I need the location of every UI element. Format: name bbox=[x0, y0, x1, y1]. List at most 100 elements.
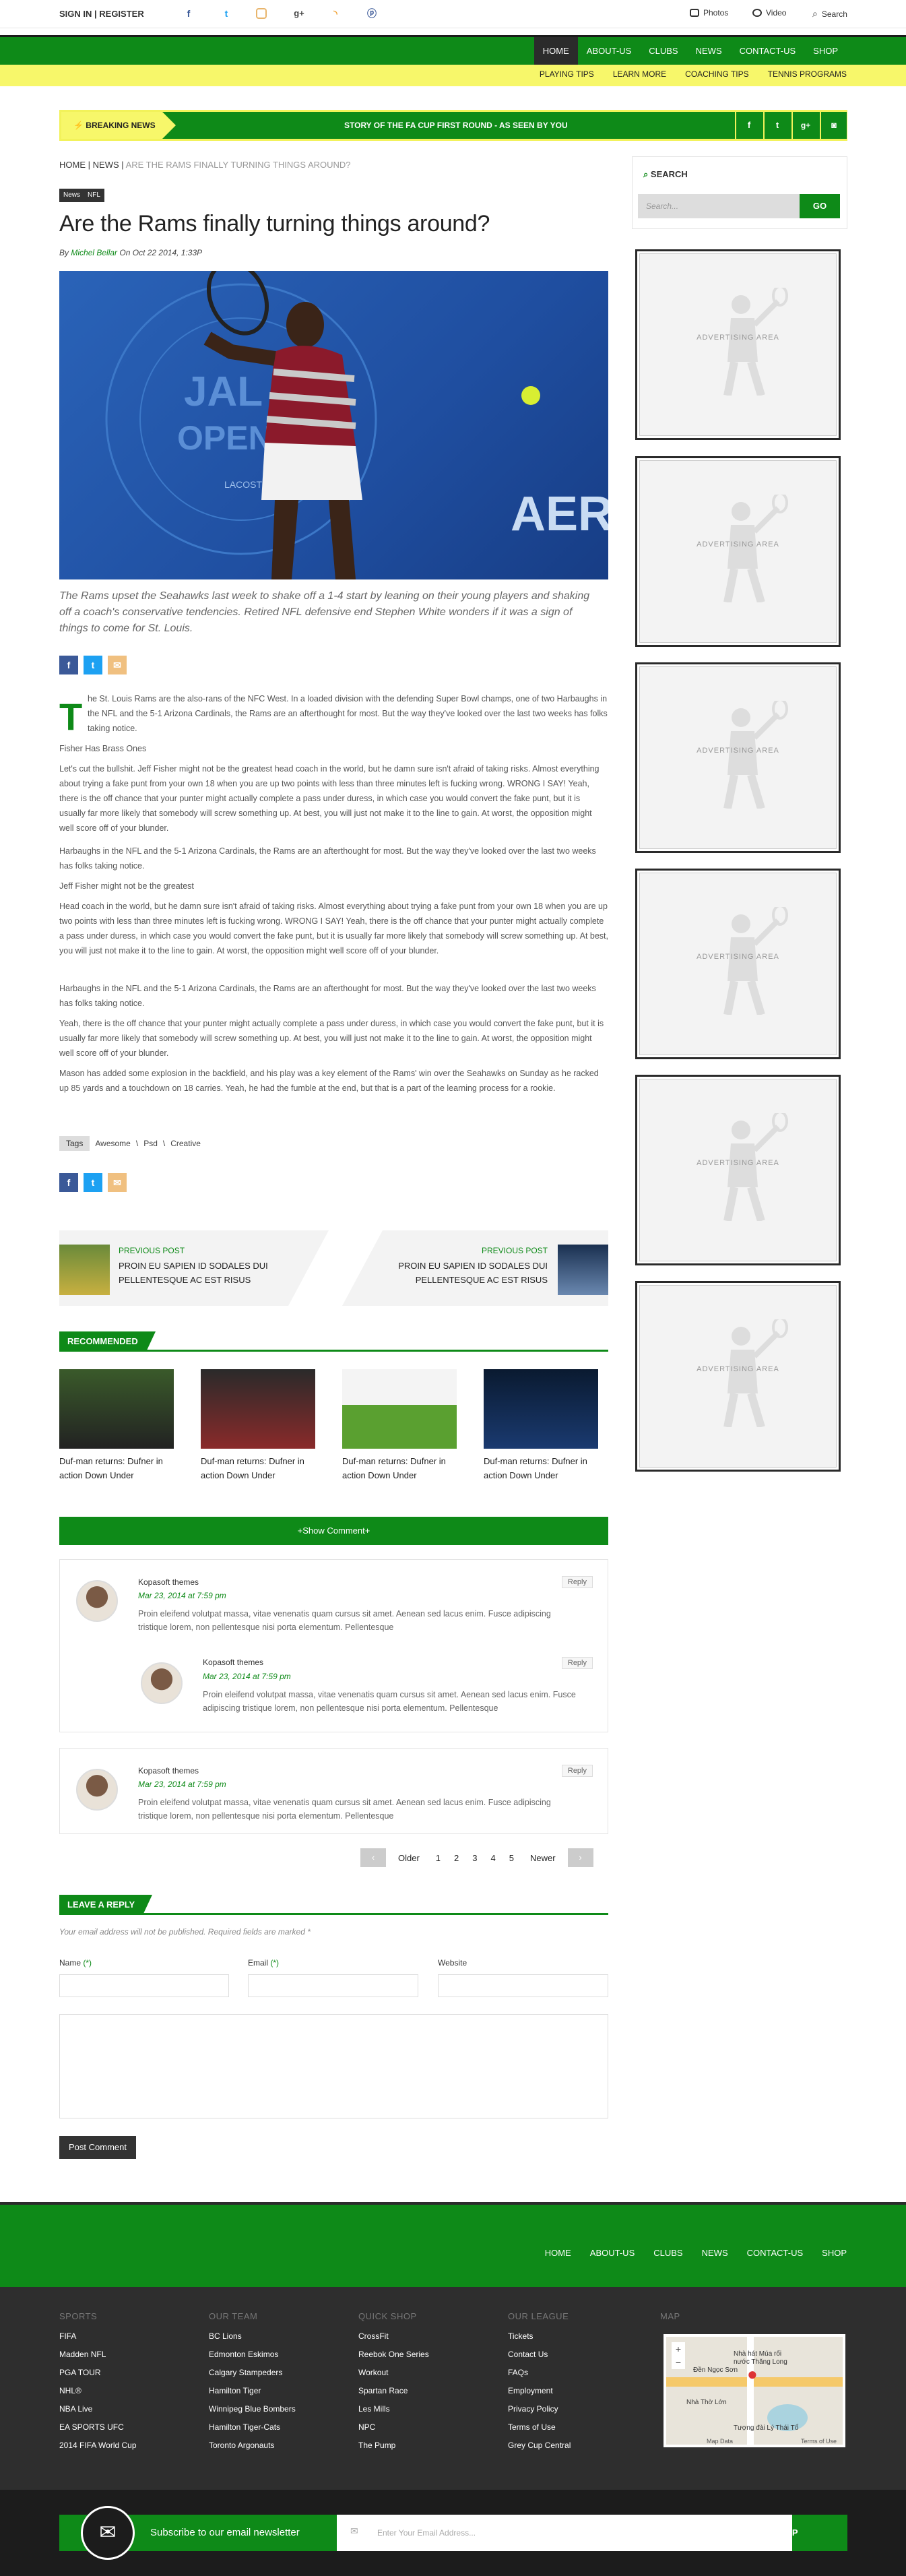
map-zoom-controls[interactable]: + − bbox=[672, 2342, 685, 2369]
advertising-area[interactable]: ADVERTISING AREA bbox=[635, 1075, 841, 1265]
next-page-icon[interactable]: › bbox=[567, 1848, 593, 1867]
footer-link[interactable]: Reebok One Series bbox=[358, 2346, 429, 2364]
recommended-image[interactable] bbox=[201, 1369, 315, 1449]
footer-link[interactable]: CrossFit bbox=[358, 2327, 389, 2346]
subnav-tennis-programs[interactable]: TENNIS PROGRAMS bbox=[768, 65, 847, 84]
post-comment-button[interactable]: Post Comment bbox=[59, 2136, 136, 2159]
nav-news[interactable]: NEWS bbox=[687, 37, 731, 65]
author-link[interactable]: Michel Bellar bbox=[71, 248, 117, 257]
footer-link[interactable]: Privacy Policy bbox=[508, 2400, 558, 2418]
footer-nav-news[interactable]: NEWS bbox=[702, 2248, 728, 2258]
recommended-card[interactable]: Duf-man returns: Dufner in action Down U… bbox=[201, 1369, 315, 1482]
show-comment-button[interactable]: +Show Comment+ bbox=[59, 1517, 608, 1545]
nav-home[interactable]: HOME bbox=[533, 37, 578, 65]
sidebar-search-input[interactable]: Search... bbox=[638, 194, 800, 218]
recommended-title[interactable]: Duf-man returns: Dufner in action Down U… bbox=[201, 1454, 315, 1482]
page-4[interactable]: 4 bbox=[491, 1853, 496, 1863]
advertising-area[interactable]: ADVERTISING AREA bbox=[635, 869, 841, 1059]
footer-link[interactable]: Edmonton Eskimos bbox=[209, 2346, 278, 2364]
share-twitter-icon[interactable]: t bbox=[84, 1173, 102, 1192]
prev-post-title[interactable]: PROIN EU SAPIEN ID SODALES DUI PELLENTES… bbox=[119, 1259, 314, 1287]
facebook-icon[interactable]: f bbox=[735, 112, 762, 139]
advertising-area[interactable]: ADVERTISING AREA bbox=[635, 662, 841, 853]
footer-link[interactable]: Spartan Race bbox=[358, 2382, 408, 2400]
photos-link[interactable]: Photos bbox=[690, 8, 728, 18]
newsletter-email-input[interactable]: Enter Your Email Address... bbox=[377, 2528, 476, 2538]
recommended-card[interactable]: Duf-man returns: Dufner in action Down U… bbox=[484, 1369, 598, 1482]
instagram-icon[interactable] bbox=[256, 8, 267, 19]
footer-link[interactable]: Tickets bbox=[508, 2327, 533, 2346]
search-link[interactable]: ⌕ Search bbox=[812, 8, 847, 20]
footer-link[interactable]: Les Mills bbox=[358, 2400, 390, 2418]
tag-awesome[interactable]: Awesome bbox=[95, 1139, 130, 1148]
reply-button[interactable]: Reply bbox=[561, 1576, 593, 1588]
comment-textarea[interactable] bbox=[59, 2014, 608, 2118]
comment-author[interactable]: Kopasoft themes bbox=[138, 1766, 199, 1776]
sign-me-up-button[interactable]: SIGN ME UP bbox=[746, 2527, 798, 2538]
footer-nav-about-us[interactable]: ABOUT-US bbox=[590, 2248, 635, 2258]
tag-news[interactable]: News bbox=[59, 189, 85, 202]
pinterest-icon[interactable]: ⓟ bbox=[365, 7, 379, 20]
prev-post-thumbnail[interactable] bbox=[59, 1245, 110, 1295]
advertising-area[interactable]: ADVERTISING AREA bbox=[635, 456, 841, 647]
footer-link[interactable]: BC Lions bbox=[209, 2327, 242, 2346]
breadcrumb-home[interactable]: HOME bbox=[59, 160, 86, 170]
footer-link[interactable]: Winnipeg Blue Bombers bbox=[209, 2400, 296, 2418]
page-2[interactable]: 2 bbox=[454, 1853, 459, 1863]
nav-contact-us[interactable]: CONTACT-US bbox=[731, 37, 805, 65]
map-terms-link[interactable]: Terms of Use bbox=[801, 2438, 837, 2445]
name-field[interactable] bbox=[59, 1974, 229, 1997]
newer-link[interactable]: Newer bbox=[530, 1853, 556, 1863]
sign-in-register-link[interactable]: SIGN IN | REGISTER bbox=[59, 9, 144, 19]
footer-nav-shop[interactable]: SHOP bbox=[822, 2248, 847, 2258]
twitter-icon[interactable]: t bbox=[220, 7, 233, 20]
footer-link[interactable]: The Pump bbox=[358, 2437, 395, 2455]
footer-link[interactable]: PGA TOUR bbox=[59, 2364, 101, 2382]
page-5[interactable]: 5 bbox=[509, 1853, 514, 1863]
rss-icon[interactable]: ◝ bbox=[329, 7, 342, 20]
twitter-icon[interactable]: t bbox=[763, 112, 790, 139]
instagram-icon[interactable]: ◙ bbox=[820, 112, 847, 139]
next-post-title[interactable]: PROIN EU SAPIEN ID SODALES DUI PELLENTES… bbox=[352, 1259, 548, 1287]
next-post-thumbnail[interactable] bbox=[558, 1245, 608, 1295]
recommended-card[interactable]: Duf-man returns: Dufner in action Down U… bbox=[342, 1369, 457, 1482]
advertising-area[interactable]: ADVERTISING AREA bbox=[635, 1281, 841, 1472]
footer-link[interactable]: Hamilton Tiger bbox=[209, 2382, 261, 2400]
page-3[interactable]: 3 bbox=[472, 1853, 477, 1863]
footer-link[interactable]: Hamilton Tiger-Cats bbox=[209, 2418, 280, 2437]
footer-link[interactable]: 2014 FIFA World Cup bbox=[59, 2437, 137, 2455]
older-link[interactable]: Older bbox=[398, 1853, 420, 1863]
footer-link[interactable]: NPC bbox=[358, 2418, 375, 2437]
subnav-playing-tips[interactable]: PLAYING TIPS bbox=[540, 65, 594, 84]
breaking-news-headline[interactable]: STORY OF THE FA CUP FIRST ROUND - AS SEE… bbox=[344, 112, 568, 139]
google-plus-icon[interactable]: g+ bbox=[292, 7, 306, 20]
search-go-button[interactable]: GO bbox=[800, 194, 840, 218]
recommended-card[interactable]: Duf-man returns: Dufner in action Down U… bbox=[59, 1369, 174, 1482]
footer-link[interactable]: Employment bbox=[508, 2382, 553, 2400]
footer-nav-clubs[interactable]: CLUBS bbox=[653, 2248, 682, 2258]
recommended-image[interactable] bbox=[484, 1369, 598, 1449]
footer-link[interactable]: FIFA bbox=[59, 2327, 76, 2346]
footer-link[interactable]: FAQs bbox=[508, 2364, 528, 2382]
advertising-area[interactable]: ADVERTISING AREA bbox=[635, 249, 841, 440]
share-twitter-icon[interactable]: t bbox=[84, 656, 102, 674]
footer-link[interactable]: Workout bbox=[358, 2364, 388, 2382]
nav-clubs[interactable]: CLUBS bbox=[640, 37, 686, 65]
footer-link[interactable]: Terms of Use bbox=[508, 2418, 556, 2437]
recommended-image[interactable] bbox=[342, 1369, 457, 1449]
facebook-icon[interactable]: f bbox=[182, 7, 195, 20]
footer-link[interactable]: NHL® bbox=[59, 2382, 82, 2400]
recommended-title[interactable]: Duf-man returns: Dufner in action Down U… bbox=[484, 1454, 598, 1482]
reply-button[interactable]: Reply bbox=[561, 1657, 593, 1669]
recommended-title[interactable]: Duf-man returns: Dufner in action Down U… bbox=[59, 1454, 174, 1482]
website-field[interactable] bbox=[438, 1974, 608, 1997]
footer-link[interactable]: Toronto Argonauts bbox=[209, 2437, 274, 2455]
subnav-coaching-tips[interactable]: COACHING TIPS bbox=[685, 65, 748, 84]
tag-creative[interactable]: Creative bbox=[170, 1139, 201, 1148]
footer-nav-contact-us[interactable]: CONTACT-US bbox=[747, 2248, 804, 2258]
footer-link[interactable]: Calgary Stampeders bbox=[209, 2364, 282, 2382]
share-facebook-icon[interactable]: f bbox=[59, 1173, 78, 1192]
page-1[interactable]: 1 bbox=[436, 1853, 441, 1863]
recommended-title[interactable]: Duf-man returns: Dufner in action Down U… bbox=[342, 1454, 457, 1482]
footer-link[interactable]: Grey Cup Central bbox=[508, 2437, 571, 2455]
